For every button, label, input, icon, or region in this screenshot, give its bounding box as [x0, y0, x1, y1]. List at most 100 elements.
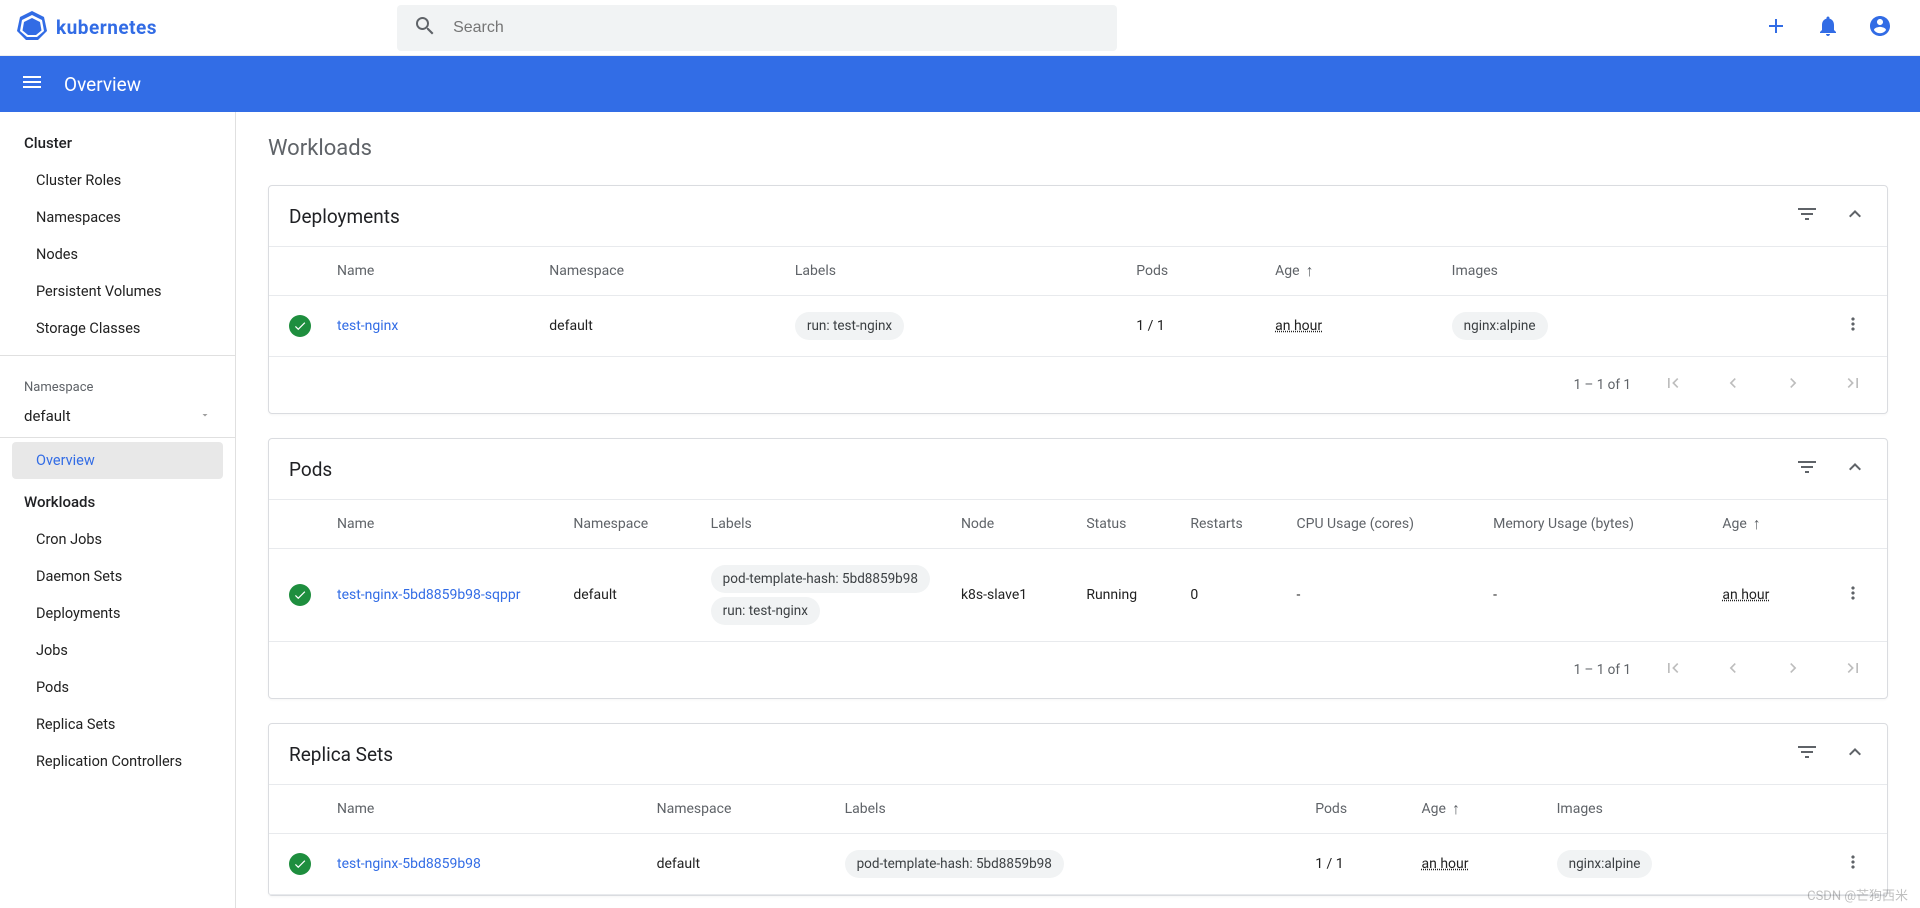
replicasets-card: Replica Sets Name Namespace Labels Pods …: [268, 723, 1888, 896]
th-namespace[interactable]: Namespace: [561, 500, 698, 549]
cell-restarts: 0: [1178, 549, 1284, 642]
th-cpu[interactable]: CPU Usage (cores): [1285, 500, 1482, 549]
sidebar-item-jobs[interactable]: Jobs: [0, 632, 235, 669]
sidebar-heading-cluster[interactable]: Cluster: [0, 124, 235, 162]
sidebar-item-overview[interactable]: Overview: [12, 442, 223, 479]
th-age[interactable]: Age↑: [1410, 785, 1545, 834]
deployment-name-link[interactable]: test-nginx: [337, 318, 398, 334]
status-ok-icon: [289, 853, 311, 875]
deployments-title: Deployments: [289, 205, 1795, 228]
next-page-icon[interactable]: [1775, 650, 1811, 690]
chevron-down-icon: [199, 407, 211, 425]
th-images[interactable]: Images: [1440, 247, 1748, 296]
th-mem[interactable]: Memory Usage (bytes): [1481, 500, 1710, 549]
sidebar-heading-workloads[interactable]: Workloads: [0, 483, 235, 521]
row-menu-icon[interactable]: [1748, 296, 1887, 357]
replicaset-name-link[interactable]: test-nginx-5bd8859b98: [337, 856, 481, 872]
prev-page-icon[interactable]: [1715, 650, 1751, 690]
th-labels[interactable]: Labels: [699, 500, 949, 549]
cell-age: an hour: [1422, 856, 1469, 872]
th-node[interactable]: Node: [949, 500, 1074, 549]
sidebar-item-storage-classes[interactable]: Storage Classes: [0, 310, 235, 347]
sidebar-item-replica-sets[interactable]: Replica Sets: [0, 706, 235, 743]
namespace-label: Namespace: [0, 364, 235, 399]
menu-icon[interactable]: [20, 70, 44, 98]
status-ok-icon: [289, 584, 311, 606]
cell-namespace: default: [537, 296, 783, 357]
sidebar-item-namespaces[interactable]: Namespaces: [0, 199, 235, 236]
bell-icon[interactable]: [1816, 14, 1840, 42]
th-labels[interactable]: Labels: [783, 247, 1124, 296]
status-ok-icon: [289, 315, 311, 337]
last-page-icon[interactable]: [1835, 365, 1871, 405]
row-menu-icon[interactable]: [1780, 834, 1887, 895]
filter-icon[interactable]: [1795, 455, 1819, 483]
last-page-icon[interactable]: [1835, 650, 1871, 690]
th-pods[interactable]: Pods: [1124, 247, 1263, 296]
th-name[interactable]: Name: [325, 785, 645, 834]
pod-name-link[interactable]: test-nginx-5bd8859b98-sqppr: [337, 587, 520, 603]
pods-card: Pods Name Namespace Labels Node Status R…: [268, 438, 1888, 699]
th-name[interactable]: Name: [325, 500, 561, 549]
search-box[interactable]: [397, 5, 1117, 51]
table-row: test-nginx-5bd8859b98-sqppr default pod-…: [269, 549, 1887, 642]
cell-age: an hour: [1275, 318, 1322, 334]
collapse-icon[interactable]: [1843, 202, 1867, 230]
sidebar-item-nodes[interactable]: Nodes: [0, 236, 235, 273]
sidebar-item-persistent-volumes[interactable]: Persistent Volumes: [0, 273, 235, 310]
image-chip: nginx:alpine: [1557, 850, 1653, 878]
deployments-table: Name Namespace Labels Pods Age↑ Images t…: [269, 246, 1887, 357]
page-header-title: Overview: [64, 73, 141, 96]
th-name[interactable]: Name: [325, 247, 537, 296]
sidebar: Cluster Cluster Roles Namespaces Nodes P…: [0, 112, 236, 908]
th-images[interactable]: Images: [1545, 785, 1781, 834]
replicasets-table: Name Namespace Labels Pods Age↑ Images t…: [269, 784, 1887, 895]
label-chip: run: test-nginx: [795, 312, 904, 340]
deployments-card: Deployments Name Namespace Labels Pods A…: [268, 185, 1888, 414]
add-icon[interactable]: [1764, 14, 1788, 42]
sidebar-item-replication-controllers[interactable]: Replication Controllers: [0, 743, 235, 780]
th-status[interactable]: Status: [1074, 500, 1178, 549]
collapse-icon[interactable]: [1843, 740, 1867, 768]
image-chip: nginx:alpine: [1452, 312, 1548, 340]
cell-namespace: default: [645, 834, 833, 895]
sidebar-item-daemon-sets[interactable]: Daemon Sets: [0, 558, 235, 595]
filter-icon[interactable]: [1795, 740, 1819, 768]
blue-bar: Overview: [0, 56, 1920, 112]
table-row: test-nginx-5bd8859b98 default pod-templa…: [269, 834, 1887, 895]
th-pods[interactable]: Pods: [1303, 785, 1409, 834]
cell-status: Running: [1074, 549, 1178, 642]
prev-page-icon[interactable]: [1715, 365, 1751, 405]
pager-text: 1 – 1 of 1: [1574, 377, 1631, 393]
cell-mem: -: [1481, 549, 1710, 642]
th-namespace[interactable]: Namespace: [537, 247, 783, 296]
sidebar-item-deployments[interactable]: Deployments: [0, 595, 235, 632]
cell-cpu: -: [1285, 549, 1482, 642]
cell-namespace: default: [561, 549, 698, 642]
th-labels[interactable]: Labels: [833, 785, 1304, 834]
first-page-icon[interactable]: [1655, 365, 1691, 405]
collapse-icon[interactable]: [1843, 455, 1867, 483]
sidebar-item-cron-jobs[interactable]: Cron Jobs: [0, 521, 235, 558]
pods-table: Name Namespace Labels Node Status Restar…: [269, 499, 1887, 642]
cell-pods: 1 / 1: [1303, 834, 1409, 895]
sidebar-item-pods[interactable]: Pods: [0, 669, 235, 706]
deployments-pager: 1 – 1 of 1: [269, 357, 1887, 413]
th-age[interactable]: Age↑: [1263, 247, 1440, 296]
pods-pager: 1 – 1 of 1: [269, 642, 1887, 698]
th-namespace[interactable]: Namespace: [645, 785, 833, 834]
brand-logo[interactable]: kubernetes: [16, 9, 157, 46]
user-icon[interactable]: [1868, 14, 1892, 42]
filter-icon[interactable]: [1795, 202, 1819, 230]
sidebar-item-cluster-roles[interactable]: Cluster Roles: [0, 162, 235, 199]
first-page-icon[interactable]: [1655, 650, 1691, 690]
row-menu-icon[interactable]: [1809, 549, 1887, 642]
next-page-icon[interactable]: [1775, 365, 1811, 405]
pager-text: 1 – 1 of 1: [1574, 662, 1631, 678]
sort-up-icon: ↑: [1306, 261, 1314, 281]
th-age[interactable]: Age↑: [1710, 500, 1809, 549]
namespace-select[interactable]: default: [0, 399, 235, 438]
search-input[interactable]: [453, 19, 1101, 37]
page-title: Workloads: [268, 136, 1888, 161]
th-restarts[interactable]: Restarts: [1178, 500, 1284, 549]
